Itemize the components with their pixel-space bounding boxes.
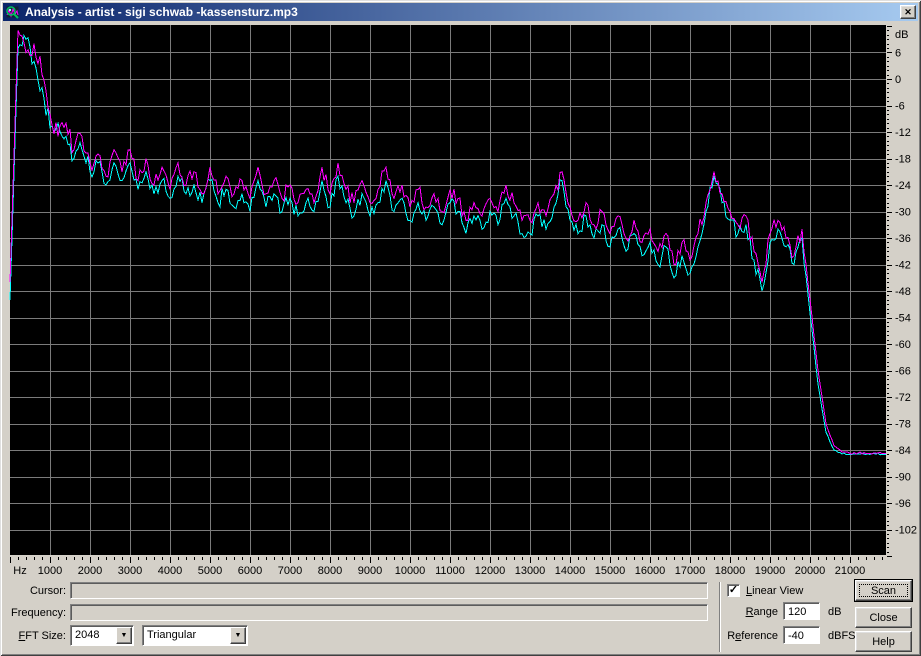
title-bar[interactable]: Analysis - artist - sigi schwab -kassens… (3, 3, 918, 21)
fft-window-dropdown-button[interactable]: ▼ (230, 627, 246, 644)
y-tick-label: -6 (895, 101, 905, 113)
cursor-value: 13510 Hz, L=-33.28 dB, R=-31.19 dB (87, 597, 269, 598)
x-tick-label: 11000 (435, 565, 465, 577)
check-icon: ✓ (728, 584, 739, 596)
y-tick-label: -12 (895, 127, 911, 139)
window-title: Analysis - artist - sigi schwab -kassens… (25, 5, 298, 19)
reference-input[interactable] (783, 626, 820, 644)
x-tick-label: 6000 (238, 565, 262, 577)
y-tick-label: 0 (895, 74, 901, 86)
x-tick-label: 21000 (835, 565, 866, 577)
range-unit-label: dB (828, 606, 842, 618)
y-tick-label: -102 (895, 525, 917, 537)
x-tick-label: 7000 (278, 565, 302, 577)
y-tick-label: -42 (895, 260, 911, 272)
x-tick-label: 10000 (395, 565, 426, 577)
y-tick-label: -30 (895, 207, 911, 219)
y-tick-label: -54 (895, 313, 911, 325)
chevron-down-icon: ▼ (234, 632, 242, 639)
scan-button[interactable]: Scan (855, 580, 912, 601)
app-icon[interactable] (5, 4, 21, 20)
frequency-readout: L= 81.562 Hz (E2 -17), R= 80.48 Hz (E2 -… (70, 604, 708, 621)
spectrum-plot[interactable]: Hz 1000 2000 3000 4000 5000 6000 7000 8000 9000 10… (9, 24, 921, 580)
fft-window-value: Triangular (147, 629, 197, 641)
frequency-value: L= 81.562 Hz (E2 -17), R= 80.48 Hz (E2 -… (87, 619, 309, 620)
fft-size-select[interactable]: 2048 ▼ (70, 625, 134, 646)
y-tick-label: -66 (895, 366, 911, 378)
linear-view-checkbox[interactable]: ✓ (727, 584, 740, 597)
close-icon: ✕ (904, 7, 912, 17)
y-tick-label: -96 (895, 498, 911, 510)
x-tick-label: 4000 (158, 565, 182, 577)
fft-window-select[interactable]: Triangular ▼ (142, 625, 248, 646)
plot-background (10, 25, 886, 555)
x-tick-label: 13000 (515, 565, 546, 577)
x-tick-label: 12000 (475, 565, 506, 577)
x-tick-label: 8000 (318, 565, 342, 577)
y-tick-label: -48 (895, 286, 911, 298)
y-tick-label: -72 (895, 392, 911, 404)
analysis-window: Analysis - artist - sigi schwab -kassens… (0, 0, 921, 656)
y-tick-label: -90 (895, 472, 911, 484)
cursor-label: Cursor: (29, 585, 66, 597)
x-tick-label: 3000 (118, 565, 142, 577)
y-tick-label: -24 (895, 180, 911, 192)
frequency-label: Frequency: (10, 607, 66, 619)
range-input[interactable] (783, 602, 820, 620)
chevron-down-icon: ▼ (120, 632, 128, 639)
x-tick-label: 19000 (755, 565, 786, 577)
y-tick-label: -78 (895, 419, 911, 431)
x-tick-label: 18000 (715, 565, 746, 577)
x-tick-label: 9000 (358, 565, 382, 577)
x-tick-label: 17000 (675, 565, 706, 577)
y-tick-label: -60 (895, 339, 911, 351)
help-button[interactable]: Help (855, 631, 912, 652)
linear-view-label: Linear View (746, 585, 804, 597)
fft-size-value: 2048 (75, 629, 100, 641)
range-label: Range (745, 606, 778, 618)
fft-size-dropdown-button[interactable]: ▼ (116, 627, 132, 644)
reference-label: Reference (727, 630, 778, 642)
x-tick-label: 1000 (38, 565, 62, 577)
x-tick-label: 20000 (795, 565, 826, 577)
x-tick-label: 16000 (635, 565, 666, 577)
y-axis-unit: dB (895, 29, 908, 41)
close-button[interactable]: ✕ (900, 5, 916, 19)
x-tick-label: 2000 (78, 565, 102, 577)
close-dialog-button[interactable]: Close (855, 607, 912, 628)
y-tick-label: 6 (895, 47, 901, 59)
cursor-readout: 13510 Hz, L=-33.28 dB, R=-31.19 dB (70, 582, 708, 599)
x-tick-label: 5000 (198, 565, 222, 577)
x-axis-unit: Hz (13, 565, 26, 577)
y-tick-label: -36 (895, 233, 911, 245)
y-tick-label: -18 (895, 154, 911, 166)
fft-size-label: FFT Size: (18, 630, 67, 642)
x-tick-label: 14000 (555, 565, 586, 577)
x-tick-label: 15000 (595, 565, 626, 577)
spectrum-svg: Hz 1000 2000 3000 4000 5000 6000 7000 8000 9000 10… (9, 25, 917, 577)
y-tick-label: -84 (895, 445, 911, 457)
reference-unit-label: dBFS (828, 630, 856, 642)
